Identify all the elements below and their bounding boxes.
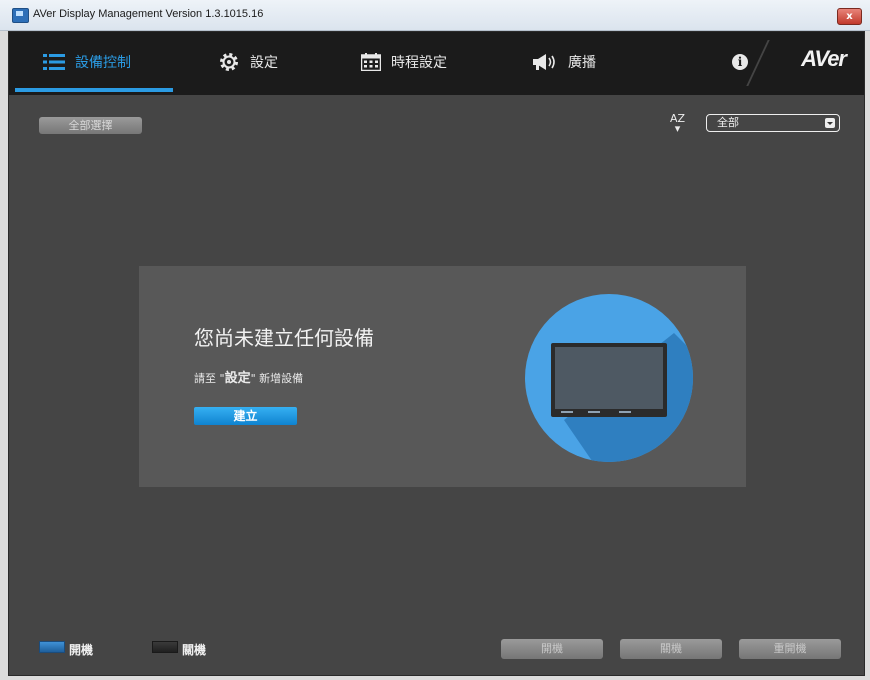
- filter-dropdown[interactable]: 全部: [706, 114, 840, 132]
- hint-prefix: 請至 ": [194, 372, 225, 385]
- power-on-swatch: [39, 641, 65, 653]
- power-off-button[interactable]: 關機: [620, 639, 722, 659]
- empty-state-card: 您尚未建立任何設備 請至 "設定" 新增設備 建立: [139, 266, 746, 487]
- hint-suffix: " 新增設備: [250, 372, 304, 385]
- filter-value: 全部: [717, 116, 739, 129]
- display-device-icon: [524, 293, 694, 467]
- tab-settings[interactable]: 設定: [218, 32, 278, 92]
- tab-schedule[interactable]: 時程設定: [361, 32, 447, 92]
- active-tab-indicator: [15, 88, 173, 92]
- megaphone-icon: [532, 53, 558, 71]
- tab-broadcast[interactable]: 廣播: [532, 32, 596, 92]
- tab-schedule-label: 時程設定: [391, 55, 447, 71]
- create-button[interactable]: 建立: [194, 407, 297, 425]
- empty-state-title: 您尚未建立任何設備: [194, 326, 374, 350]
- power-off-legend-label: 關機: [182, 643, 207, 657]
- restart-button[interactable]: 重開機: [739, 639, 841, 659]
- top-nav: 設備控制 設定 時程設定 廣播 i AVer: [9, 32, 864, 95]
- info-icon[interactable]: i: [732, 54, 748, 70]
- calendar-icon: [361, 53, 381, 71]
- app-icon: [12, 8, 29, 23]
- aver-logo: AVer: [801, 46, 847, 71]
- tab-settings-label: 設定: [250, 55, 278, 71]
- tab-device-control-label: 設備控制: [75, 55, 131, 71]
- nav-divider: [746, 40, 770, 86]
- power-on-button[interactable]: 開機: [501, 639, 603, 659]
- title-bar: AVer Display Management Version 1.3.1015…: [0, 0, 870, 31]
- sort-down-icon: ▾: [674, 122, 681, 135]
- select-all-button[interactable]: 全部選擇: [39, 117, 142, 134]
- window-title: AVer Display Management Version 1.3.1015…: [33, 8, 264, 20]
- close-button[interactable]: x: [837, 8, 862, 25]
- empty-state-hint: 請至 "設定" 新增設備: [194, 367, 303, 386]
- tab-device-control[interactable]: 設備控制: [43, 32, 131, 92]
- sort-button[interactable]: AZ ▾: [670, 113, 685, 135]
- app-window: AVer Display Management Version 1.3.1015…: [0, 0, 870, 680]
- power-off-swatch: [152, 641, 178, 653]
- tab-broadcast-label: 廣播: [568, 55, 596, 71]
- chevron-down-icon: [825, 118, 835, 128]
- hint-settings-link: 設定: [224, 371, 251, 386]
- power-on-legend-label: 開機: [69, 643, 94, 657]
- gear-icon: [218, 51, 240, 73]
- app-frame: 設備控制 設定 時程設定 廣播 i AVer 全部選擇 AZ ▾ 全部 您尚未建…: [8, 31, 865, 676]
- list-icon: [43, 53, 65, 71]
